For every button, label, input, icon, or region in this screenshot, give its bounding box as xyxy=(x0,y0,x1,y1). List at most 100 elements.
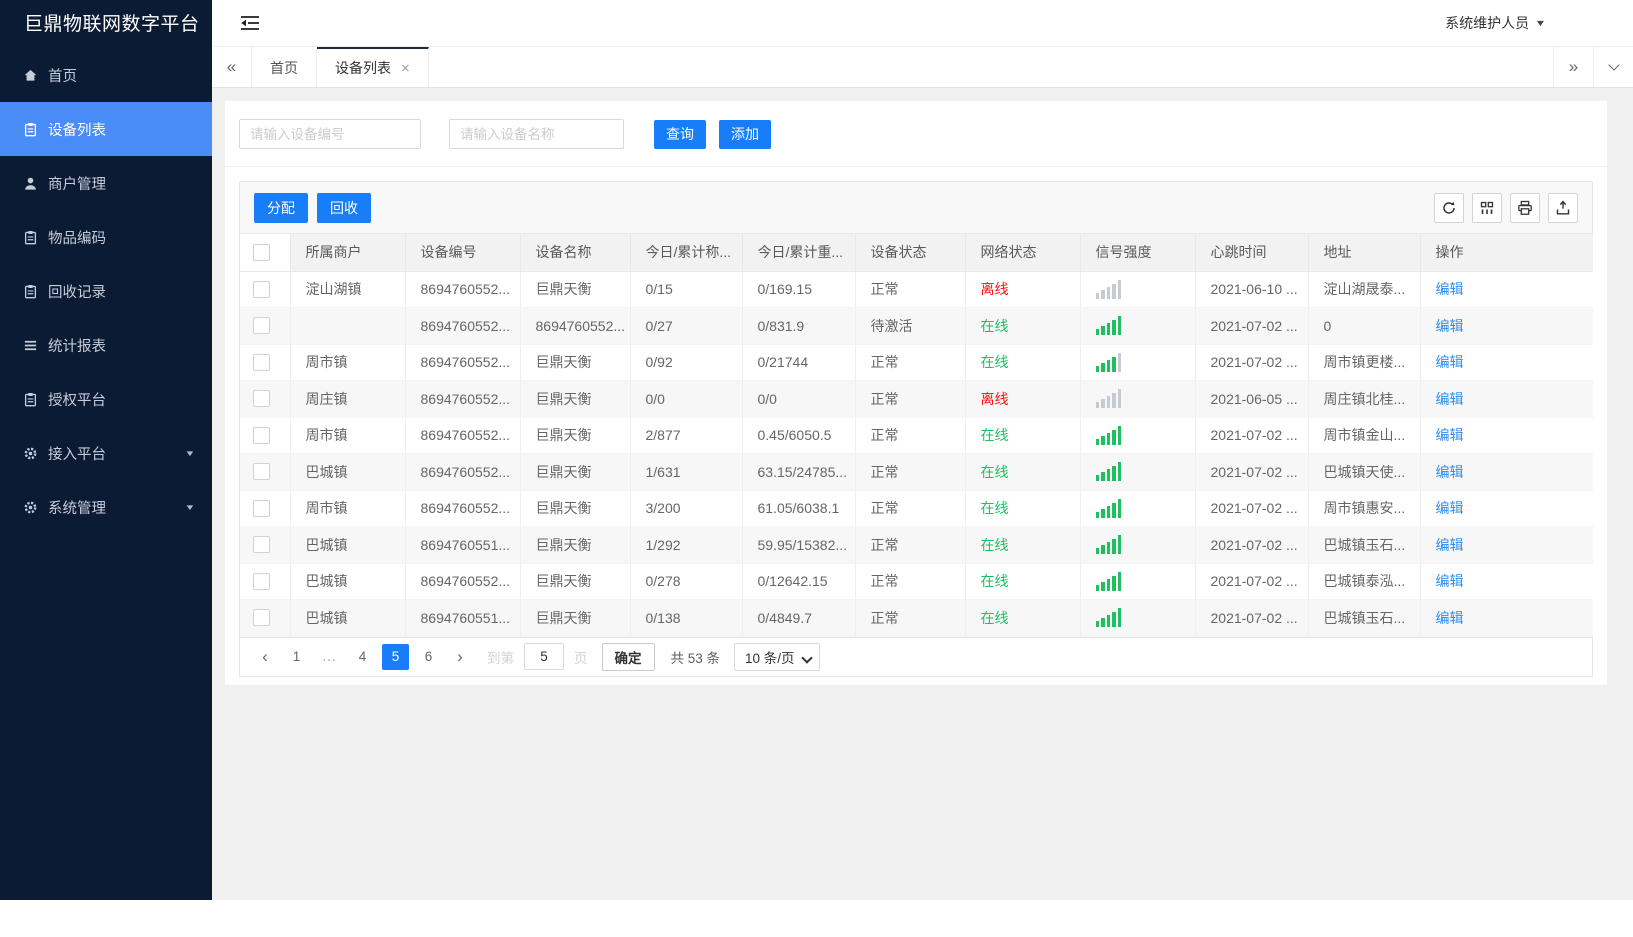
cell-today-count: 3/200 xyxy=(630,490,743,527)
page-numbers: 1... 4 5 6 xyxy=(280,643,445,670)
sidebar-item-home[interactable]: 首页 xyxy=(0,48,212,102)
query-button[interactable]: 查询 xyxy=(654,119,706,149)
sidebar-item-label: 物品编码 xyxy=(48,230,106,247)
edit-link[interactable]: 编辑 xyxy=(1436,427,1464,443)
row-checkbox[interactable] xyxy=(253,353,270,371)
sidebar-item-stats-report[interactable]: 统计报表 xyxy=(0,318,212,372)
cell-address: 巴城镇玉石... xyxy=(1308,599,1421,637)
prev-page-button[interactable]: ‹ xyxy=(250,647,280,667)
assign-button[interactable]: 分配 xyxy=(254,192,308,223)
page-4[interactable]: 4 xyxy=(349,644,376,670)
sidebar-item-item-code[interactable]: 物品编码 xyxy=(0,210,212,264)
goto-confirm-button[interactable]: 确定 xyxy=(601,642,655,671)
chevron-down-icon xyxy=(1607,59,1620,71)
user-menu[interactable]: 系统维护人员 ▼ xyxy=(1445,13,1547,33)
tab-home[interactable]: 首页 xyxy=(252,47,317,87)
sidebar-item-label: 回收记录 xyxy=(48,284,106,301)
row-checkbox[interactable] xyxy=(253,536,270,554)
signal-strength-icon xyxy=(1095,608,1180,628)
row-checkbox[interactable] xyxy=(253,499,270,517)
cell-device-status: 正常 xyxy=(855,417,966,454)
cell-device-name: 巨鼎天衡 xyxy=(520,563,631,600)
signal-strength-icon xyxy=(1095,462,1180,482)
row-checkbox[interactable] xyxy=(253,317,270,335)
cell-heartbeat: 2021-07-02 ... xyxy=(1195,490,1309,527)
cell-today-weight: 61.05/6038.1 xyxy=(742,490,856,527)
cell-device-status: 正常 xyxy=(855,599,966,637)
columns-button[interactable] xyxy=(1472,192,1502,223)
device-number-input[interactable] xyxy=(239,119,421,149)
tabs-scroll-right-button[interactable]: » xyxy=(1553,47,1593,87)
sidebar-item-auth-platform[interactable]: 授权平台 xyxy=(0,372,212,426)
sidebar-item-recycle-record[interactable]: 回收记录 xyxy=(0,264,212,318)
sidebar-item-access-platform[interactable]: 接入平台 ▼ xyxy=(0,426,212,480)
caret-down-icon: ▼ xyxy=(1534,18,1547,28)
row-checkbox[interactable] xyxy=(253,426,270,444)
cell-address: 周市镇金山... xyxy=(1308,417,1421,454)
tab-device-list[interactable]: 设备列表 × xyxy=(317,47,429,87)
goto-page-input[interactable] xyxy=(524,643,564,670)
edit-link[interactable]: 编辑 xyxy=(1436,610,1464,626)
refresh-button[interactable] xyxy=(1434,192,1464,223)
cell-device-status: 正常 xyxy=(855,344,966,381)
sidebar-collapse-icon[interactable] xyxy=(240,15,260,31)
cell-today-weight: 0/4849.7 xyxy=(742,599,856,637)
total-count-label: 共 53 条 xyxy=(670,650,721,666)
device-name-input[interactable] xyxy=(449,119,624,149)
edit-link[interactable]: 编辑 xyxy=(1436,464,1464,480)
row-checkbox[interactable] xyxy=(253,572,270,590)
add-button[interactable]: 添加 xyxy=(719,119,771,149)
export-button[interactable] xyxy=(1548,192,1578,223)
row-checkbox[interactable] xyxy=(253,390,270,408)
cell-device-name: 巨鼎天衡 xyxy=(520,271,631,308)
edit-link[interactable]: 编辑 xyxy=(1436,573,1464,589)
cell-device-status: 待激活 xyxy=(855,307,966,345)
signal-strength-icon xyxy=(1095,425,1180,445)
row-checkbox[interactable] xyxy=(253,463,270,481)
cell-heartbeat: 2021-07-02 ... xyxy=(1195,344,1309,381)
edit-link[interactable]: 编辑 xyxy=(1436,318,1464,334)
row-checkbox[interactable] xyxy=(253,280,270,298)
page-5[interactable]: 5 xyxy=(382,643,409,670)
print-button[interactable] xyxy=(1510,192,1540,223)
sidebar-item-device-list[interactable]: 设备列表 xyxy=(0,102,212,156)
cell-today-count: 0/92 xyxy=(630,344,743,381)
row-checkbox[interactable] xyxy=(253,609,270,627)
next-page-button[interactable]: › xyxy=(445,647,475,667)
tabs-scroll-left-button[interactable]: « xyxy=(212,47,252,87)
signal-strength-icon xyxy=(1095,389,1180,409)
cell-heartbeat: 2021-06-05 ... xyxy=(1195,380,1309,418)
cell-device-status: 正常 xyxy=(855,380,966,418)
cell-device-number: 8694760552... xyxy=(405,380,521,418)
sidebar-item-system-mgmt[interactable]: 系统管理 ▼ xyxy=(0,480,212,534)
sidebar-item-merchant-mgmt[interactable]: 商户管理 xyxy=(0,156,212,210)
bottom-strip xyxy=(0,900,1633,937)
signal-strength-icon xyxy=(1095,352,1180,372)
table-row: 周市镇 8694760552... 巨鼎天衡 0/92 0/21744 正常 在… xyxy=(240,344,1593,381)
cell-today-count: 0/138 xyxy=(630,599,743,637)
edit-link[interactable]: 编辑 xyxy=(1436,354,1464,370)
edit-link[interactable]: 编辑 xyxy=(1436,500,1464,516)
edit-link[interactable]: 编辑 xyxy=(1436,391,1464,407)
content-area: 查询 添加 分配 回收 所属商户设备编号设备名称今日/累计称...今日/累计重.… xyxy=(212,88,1633,900)
edit-link[interactable]: 编辑 xyxy=(1436,537,1464,553)
col-header-2: 设备名称 xyxy=(520,234,631,272)
select-all-checkbox[interactable] xyxy=(253,243,270,261)
select-all-cell xyxy=(240,234,291,272)
cell-device-number: 8694760551... xyxy=(405,599,521,637)
network-status-badge: 离线 xyxy=(980,390,1009,407)
columns-icon xyxy=(1479,200,1495,216)
cell-heartbeat: 2021-07-02 ... xyxy=(1195,417,1309,454)
page-6[interactable]: 6 xyxy=(415,644,442,670)
table-toolbar: 分配 回收 xyxy=(240,182,1592,234)
edit-link[interactable]: 编辑 xyxy=(1436,281,1464,297)
tabs-menu-button[interactable] xyxy=(1593,47,1633,87)
page-1[interactable]: 1 xyxy=(283,644,310,670)
recycle-button[interactable]: 回收 xyxy=(317,192,371,223)
network-status-badge: 在线 xyxy=(980,317,1009,334)
cell-today-weight: 63.15/24785... xyxy=(742,453,856,491)
cell-address: 周市镇惠安... xyxy=(1308,490,1421,527)
clipboard-icon xyxy=(22,283,38,299)
page-size-select[interactable]: 10 条/页 xyxy=(734,642,820,671)
tab-close-icon[interactable]: × xyxy=(401,61,410,76)
